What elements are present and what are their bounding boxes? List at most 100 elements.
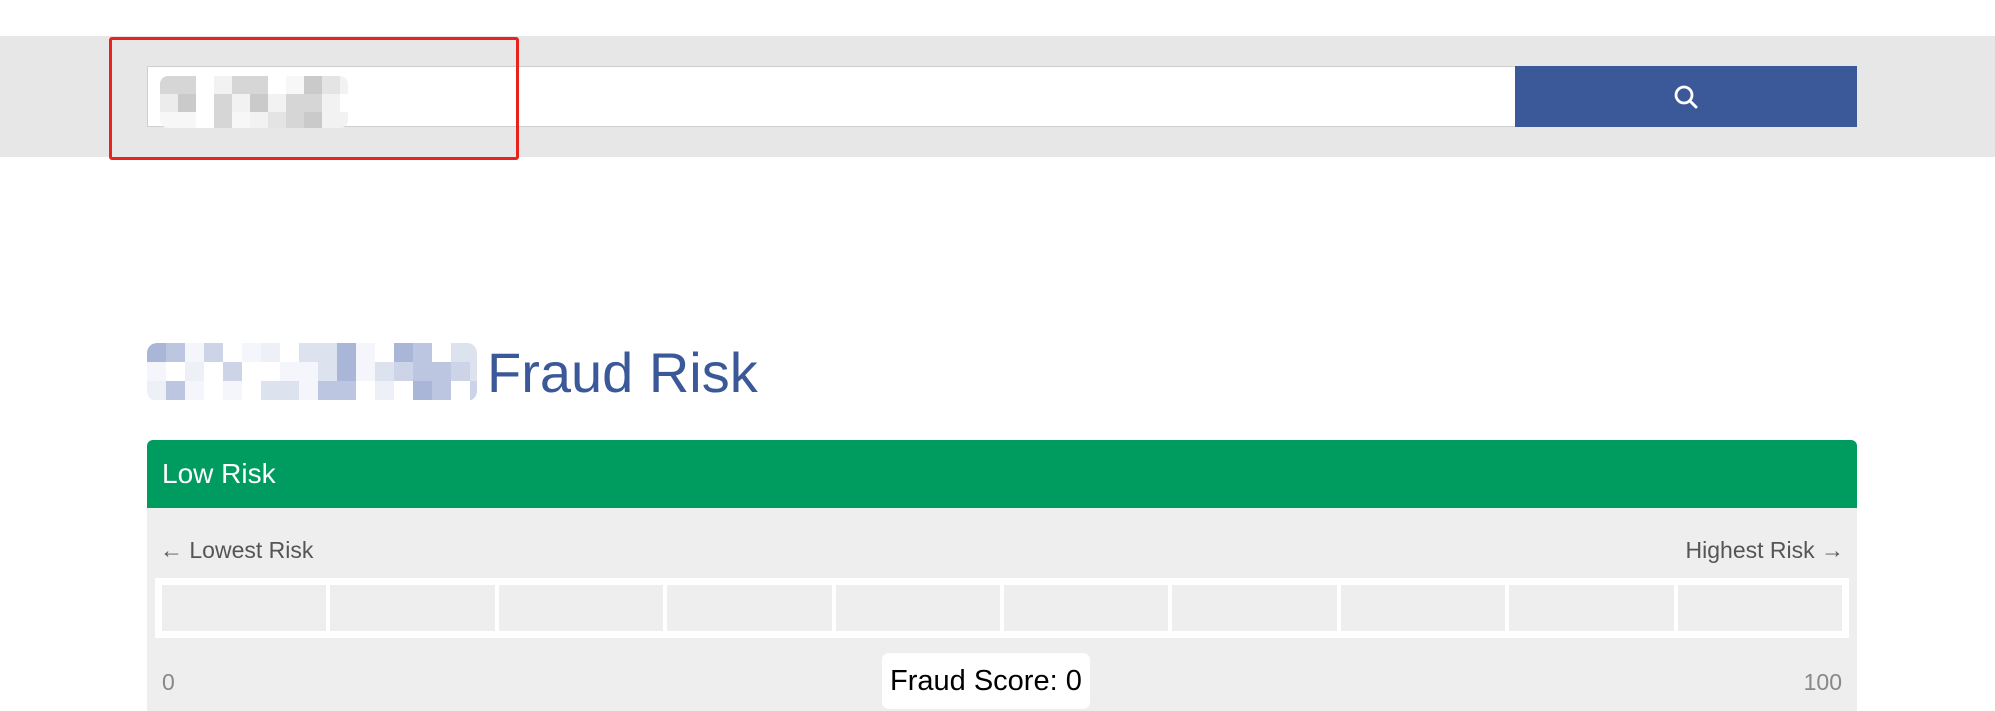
meter-segment (835, 585, 1001, 631)
redaction-pixel (337, 362, 356, 381)
redaction-pixel (214, 94, 232, 112)
redaction-pixel (304, 112, 322, 128)
redaction-pixel (337, 343, 356, 362)
redaction-pixel (242, 381, 261, 400)
meter-segment (330, 585, 495, 631)
redaction-pixel (204, 362, 223, 381)
redaction-pixel (322, 112, 340, 128)
meter-segment (1172, 585, 1337, 631)
meter-segment (1509, 585, 1674, 631)
redaction-pixel (470, 362, 477, 381)
redaction-pixel (214, 112, 232, 128)
lowest-risk-label: ← Lowest Risk (160, 537, 314, 563)
fraud-risk-panel: Low Risk ← Lowest Risk Highest Risk → 0 … (147, 440, 1857, 711)
redaction-pixel (261, 381, 280, 400)
redaction-pixel (286, 112, 304, 128)
redaction-pixel (356, 343, 375, 362)
redaction-pixel (160, 94, 178, 112)
redaction-pixel (223, 362, 242, 381)
search-input[interactable] (147, 66, 1517, 127)
redaction-pixel (196, 94, 214, 112)
risk-meter (155, 578, 1849, 638)
redaction-pixel (268, 112, 286, 128)
redaction-pixel (204, 381, 223, 400)
redaction-pixel (356, 362, 375, 381)
redaction-pixel (375, 381, 394, 400)
redaction-pixel (268, 94, 286, 112)
redaction-pixel (299, 343, 318, 362)
redacted-title-text (147, 343, 477, 401)
search-button[interactable] (1515, 66, 1857, 127)
redaction-pixel (261, 343, 280, 362)
redaction-pixel (214, 76, 232, 94)
redaction-pixel (375, 343, 394, 362)
redaction-pixel (223, 343, 242, 362)
redaction-pixel (196, 112, 214, 128)
score-max-label: 100 (1803, 669, 1842, 695)
score-min-label: 0 (162, 669, 175, 695)
meter-segment (162, 585, 327, 631)
redaction-pixel (451, 343, 470, 362)
meter-segment (667, 585, 832, 631)
redaction-pixel (166, 381, 185, 400)
redaction-pixel (340, 76, 348, 94)
redaction-pixel (178, 76, 196, 94)
redacted-search-text (160, 76, 348, 128)
redaction-pixel (223, 381, 242, 400)
redaction-pixel (286, 76, 304, 94)
redaction-pixel (318, 381, 337, 400)
redaction-pixel (232, 112, 250, 128)
redaction-pixel (242, 343, 261, 362)
search-icon (1674, 85, 1698, 108)
redaction-pixel (242, 362, 261, 381)
redaction-pixel (375, 362, 394, 381)
redaction-pixel (413, 381, 432, 400)
redaction-pixel (299, 362, 318, 381)
redaction-pixel (451, 381, 470, 400)
redaction-pixel (304, 76, 322, 94)
redaction-pixel (394, 343, 413, 362)
redaction-pixel (147, 362, 166, 381)
redaction-pixel (304, 94, 322, 112)
page-title-text: Fraud Risk (487, 340, 758, 404)
page-title: Fraud Risk (147, 336, 758, 408)
redaction-pixel (268, 76, 286, 94)
redaction-pixel (337, 381, 356, 400)
risk-level-header: Low Risk (147, 440, 1857, 508)
highest-risk-label: Highest Risk → (1685, 537, 1844, 563)
redaction-pixel (470, 381, 477, 400)
redaction-pixel (147, 343, 166, 362)
redaction-pixel (394, 381, 413, 400)
meter-segment (1677, 585, 1843, 631)
redaction-pixel (413, 343, 432, 362)
redaction-pixel (413, 362, 432, 381)
redaction-pixel (470, 343, 477, 362)
meter-segment (498, 585, 664, 631)
redaction-pixel (280, 343, 299, 362)
redaction-pixel (178, 94, 196, 112)
fraud-score-value: 0 (1065, 665, 1082, 697)
redaction-pixel (432, 381, 451, 400)
redaction-pixel (299, 381, 318, 400)
redaction-pixel (340, 112, 348, 128)
redaction-pixel (322, 94, 340, 112)
redaction-pixel (451, 362, 470, 381)
meter-segment (1340, 585, 1506, 631)
redaction-pixel (250, 94, 268, 112)
redaction-pixel (160, 76, 178, 94)
redaction-pixel (166, 343, 185, 362)
redaction-pixel (185, 343, 204, 362)
redaction-pixel (204, 343, 223, 362)
redaction-pixel (250, 112, 268, 128)
redaction-pixel (196, 76, 214, 94)
fraud-score-label: Fraud Score: (890, 665, 1058, 697)
meter-segment (1004, 585, 1169, 631)
redaction-pixel (322, 76, 340, 94)
redaction-pixel (232, 94, 250, 112)
redaction-pixel (147, 381, 166, 400)
redaction-pixel (232, 76, 250, 94)
redaction-pixel (280, 362, 299, 381)
redaction-pixel (185, 362, 204, 381)
redaction-pixel (318, 362, 337, 381)
redaction-pixel (178, 112, 196, 128)
